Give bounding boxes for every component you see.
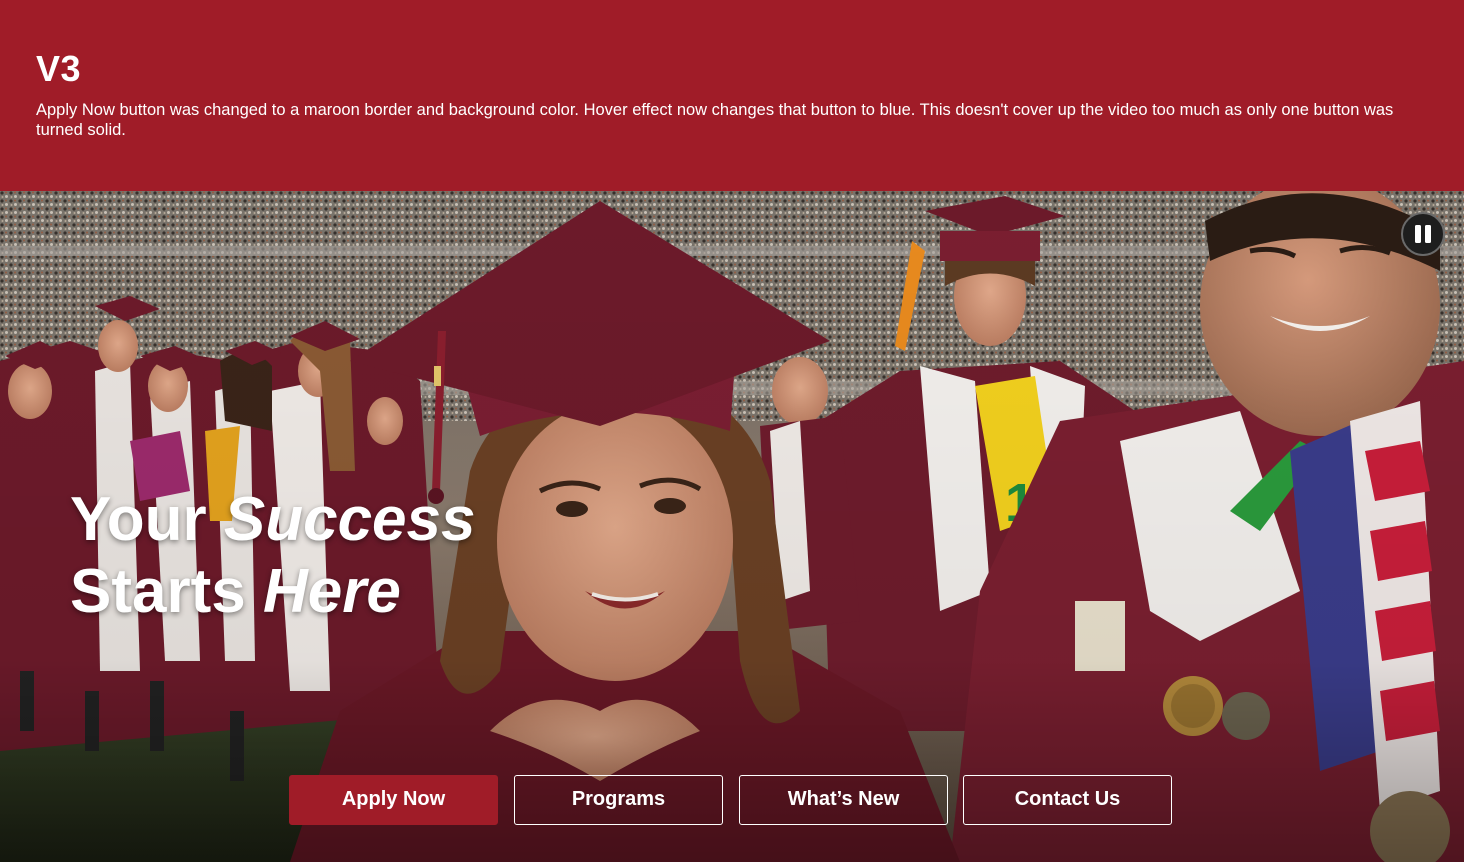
version-title: V3 — [36, 48, 82, 89]
version-description: Apply Now button was changed to a maroon… — [36, 101, 1394, 139]
notes-banner: V3 Apply Now button was changed to a mar… — [0, 0, 1464, 191]
video-pause-button[interactable] — [1401, 212, 1445, 256]
headline-word-starts: Starts — [70, 557, 263, 626]
headline-line-1: Your Success — [70, 484, 476, 556]
headline-word-your: Your — [70, 485, 224, 554]
hero-headline: Your Success Starts Here — [70, 484, 476, 628]
pause-icon — [1415, 225, 1431, 243]
whats-new-button[interactable]: What’s New — [739, 775, 948, 825]
headline-word-here: Here — [262, 557, 401, 626]
contact-us-button[interactable]: Contact Us — [963, 775, 1172, 825]
headline-word-success: Success — [223, 485, 476, 554]
cta-button-row: Apply Now Programs What’s New Contact Us — [289, 775, 1173, 825]
apply-now-button[interactable]: Apply Now — [289, 775, 498, 825]
hero-video: 11 — [0, 191, 1464, 862]
headline-line-2: Starts Here — [70, 556, 476, 628]
programs-button[interactable]: Programs — [514, 775, 723, 825]
